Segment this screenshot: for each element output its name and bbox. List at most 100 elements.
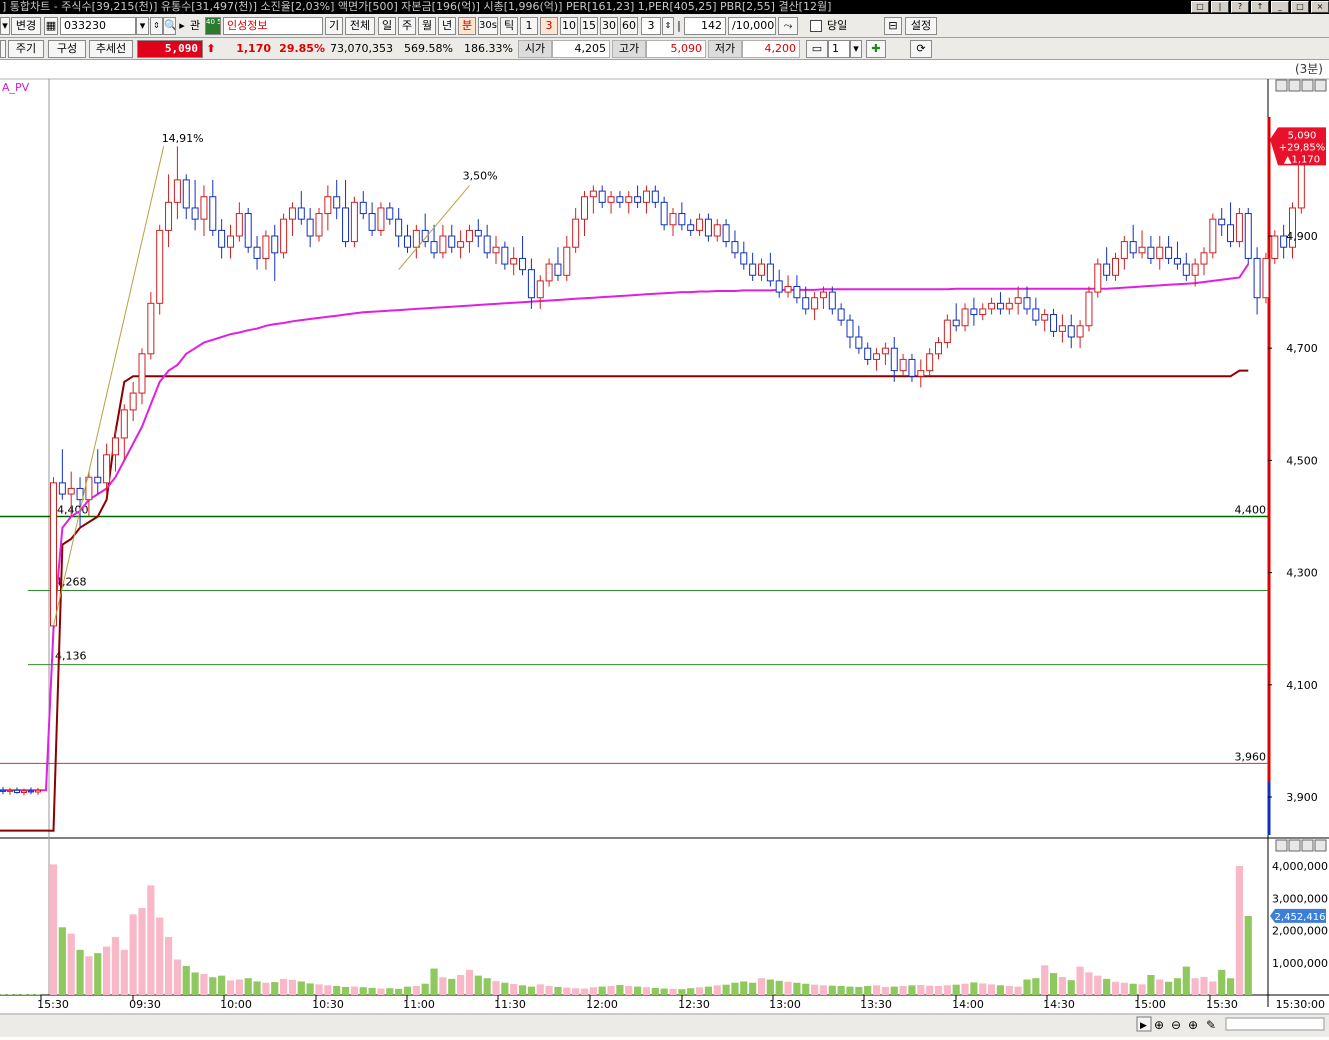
volume-bar: [793, 983, 800, 995]
candle: [228, 236, 234, 247]
candle: [1033, 309, 1039, 320]
minimize-icon[interactable]: _: [1271, 1, 1289, 13]
volume-bar: [767, 980, 774, 995]
add-icon[interactable]: ✚: [866, 40, 886, 58]
screen-count-select[interactable]: 1: [828, 40, 850, 58]
dropdown-arrow-icon[interactable]: ▾: [0, 17, 10, 35]
period-month-button[interactable]: 월: [418, 17, 436, 35]
candle: [201, 197, 207, 219]
minute-3-button[interactable]: 3: [540, 17, 558, 35]
minute-spin-icon[interactable]: ⇕: [662, 17, 674, 35]
cycle-button[interactable]: 주기: [8, 40, 44, 58]
period-tick-button[interactable]: 틱: [500, 17, 518, 35]
volume-bar: [731, 983, 738, 995]
spin-updown-icon[interactable]: ⇕: [150, 17, 163, 35]
candle: [590, 191, 596, 197]
up-icon[interactable]: ↑: [1251, 1, 1269, 13]
candle: [1263, 258, 1269, 297]
today-checkbox[interactable]: [810, 20, 822, 32]
price-chart[interactable]: (3분) A_PV ▶ ⊕ ⊖ ⊕ ✎: [0, 60, 1329, 1037]
volume-bar: [510, 984, 517, 995]
candle: [582, 197, 588, 219]
chart-area[interactable]: (3분) A_PV ▶ ⊕ ⊖ ⊕ ✎: [0, 60, 1329, 1037]
wrench-icon: ✎: [1206, 1018, 1216, 1032]
period-30s-button[interactable]: 30s: [478, 17, 498, 35]
indicator-label: A_PV: [2, 81, 30, 94]
candle: [1059, 326, 1065, 332]
volume-bar: [165, 937, 172, 995]
candle: [909, 359, 915, 376]
minute-60-button[interactable]: 60: [620, 17, 638, 35]
prev-volume-bar: [29, 994, 34, 995]
x-tick-label: 15:00: [1134, 998, 1166, 1011]
all-button[interactable]: 전체: [345, 17, 375, 35]
volume-bar: [634, 987, 641, 995]
help-icon[interactable]: ?: [1231, 1, 1249, 13]
minute-15-button[interactable]: 15: [580, 17, 598, 35]
trendline-button[interactable]: 추세선: [89, 40, 133, 58]
minute-30-button[interactable]: 30: [600, 17, 618, 35]
change-button[interactable]: 변경: [11, 17, 41, 35]
screen-layout-icon[interactable]: ▭: [806, 40, 828, 58]
toolbar-main: ▾ 변경 ▦ 033230 ▾ ⇕ 🔍 ▸ 관 40 50 인성정보 기 전체 …: [0, 14, 1329, 38]
candle: [643, 191, 649, 202]
volume-bar: [908, 985, 915, 995]
zoom-out-icon: ⊖: [1171, 1018, 1181, 1032]
volume-bar: [501, 983, 508, 995]
magnifier-icon[interactable]: 🔍: [163, 17, 176, 35]
refresh-icon[interactable]: ⟳: [910, 40, 932, 58]
volume-bar: [1077, 967, 1084, 995]
volume-bar: [484, 978, 491, 995]
volume-bar: [838, 986, 845, 995]
settings-button[interactable]: 설정: [905, 17, 937, 35]
candle: [670, 214, 676, 225]
y-tick-label: 4,700: [1286, 342, 1318, 355]
stock-code-input[interactable]: 033230: [60, 17, 136, 35]
candle: [343, 208, 349, 242]
period-minute-button[interactable]: 분: [458, 17, 476, 35]
left-arrow-icon[interactable]: [0, 40, 6, 58]
compose-button[interactable]: 구성: [48, 40, 86, 58]
period-day-button[interactable]: 일: [378, 17, 396, 35]
volume-bar: [200, 974, 207, 995]
interest-button[interactable]: 관: [187, 17, 203, 35]
close-icon[interactable]: ×: [1311, 1, 1329, 13]
candle: [1042, 315, 1048, 321]
minute-value-input[interactable]: 3: [641, 17, 661, 35]
x-tick-label: 09:30: [129, 998, 161, 1011]
candle: [520, 258, 526, 269]
volume-bar: [1050, 973, 1057, 995]
chart-type-icon[interactable]: ⤳: [778, 17, 798, 35]
scrollbar: [1226, 1018, 1324, 1030]
minute-1-button[interactable]: 1: [520, 17, 538, 35]
x-tick-label: 10:00: [220, 998, 252, 1011]
count-input[interactable]: 142: [684, 17, 726, 35]
period-week-button[interactable]: 주: [398, 17, 416, 35]
minute-10-button[interactable]: 10: [560, 17, 578, 35]
code-search-icon[interactable]: ▦: [44, 17, 58, 35]
candle: [776, 281, 782, 292]
volume-bar: [572, 988, 579, 995]
gi-button[interactable]: 기: [325, 17, 343, 35]
candle: [573, 219, 579, 247]
candle: [1174, 258, 1180, 264]
code-dropdown-icon[interactable]: ▾: [136, 17, 149, 35]
save-icon[interactable]: ⊟: [884, 17, 902, 35]
volume-bar: [784, 982, 791, 995]
candle: [626, 197, 632, 203]
level-label-right: 4,400: [1235, 504, 1267, 517]
maximize-icon[interactable]: □: [1291, 1, 1309, 13]
volume-bar: [298, 981, 305, 995]
play-icon[interactable]: ▸: [177, 17, 187, 35]
volume-bar: [439, 977, 446, 995]
x-tick-label: 14:00: [952, 998, 984, 1011]
restore-icon[interactable]: □: [1191, 1, 1209, 13]
period-year-button[interactable]: 년: [438, 17, 456, 35]
price-change: 1,170: [218, 40, 272, 58]
candle: [183, 180, 189, 208]
y-tick-label: 4,300: [1286, 567, 1318, 580]
screen-dropdown-icon[interactable]: ▾: [850, 40, 862, 58]
volume-bar: [156, 918, 163, 995]
timeframe-label: (3분): [1295, 62, 1323, 76]
pin-icon[interactable]: |: [1211, 1, 1229, 13]
